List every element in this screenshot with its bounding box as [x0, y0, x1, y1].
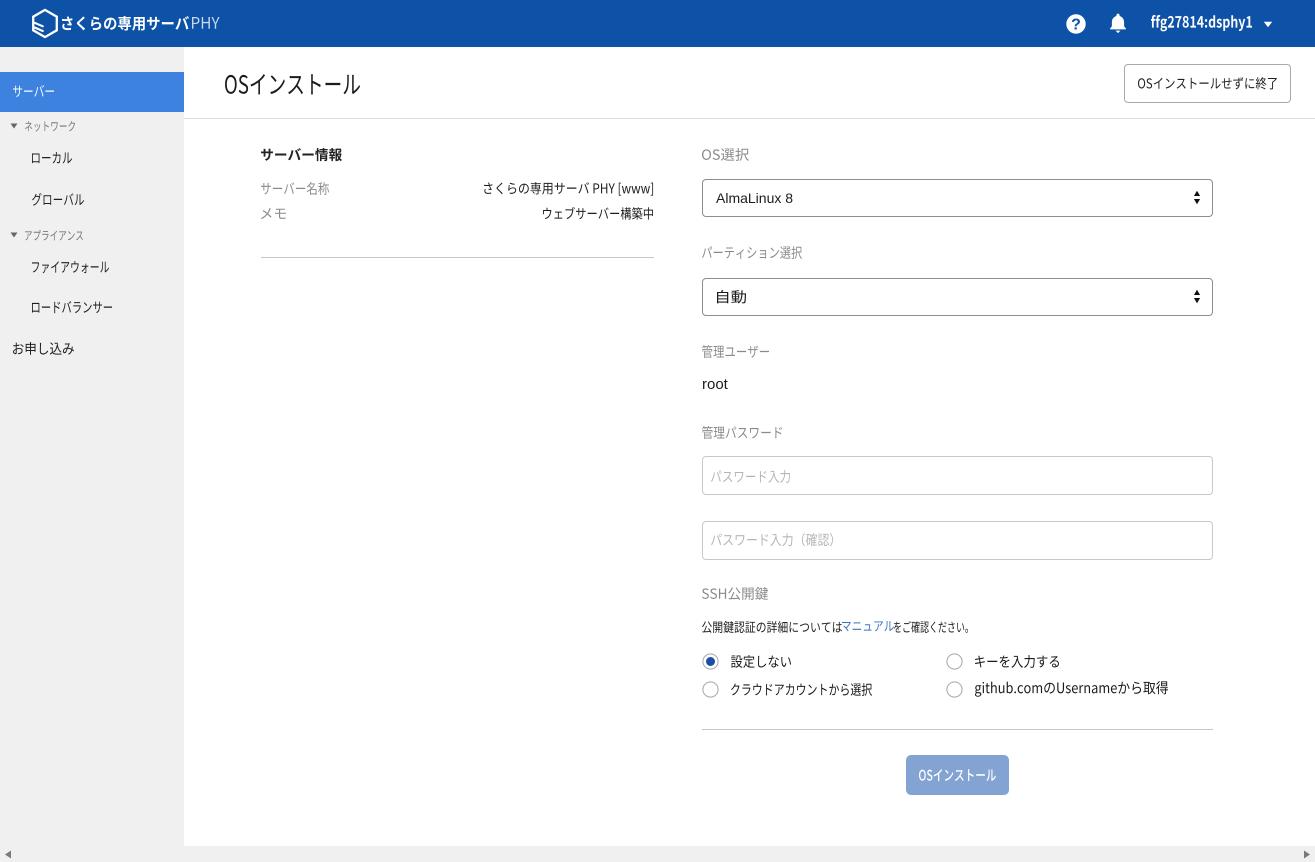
svg-text:?: ? [1071, 16, 1081, 33]
